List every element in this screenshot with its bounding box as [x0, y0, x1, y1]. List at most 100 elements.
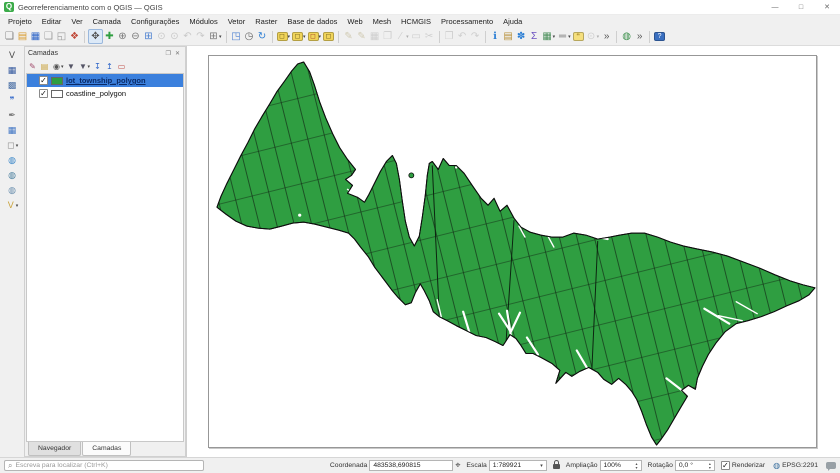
- new-print-layout-icon[interactable]: ❏ ▾: [42, 29, 55, 44]
- open-project-icon[interactable]: ▤ ▾: [16, 29, 29, 44]
- layer-visibility-checkbox[interactable]: ✓: [39, 89, 48, 98]
- vertex-tool-icon[interactable]: ⁄ ▾: [394, 29, 410, 44]
- rotation-spin-arrows[interactable]: ▴▾: [709, 462, 711, 469]
- menu-hcmgis[interactable]: HCMGIS: [396, 17, 436, 26]
- attribute-table-icon[interactable]: ▤ ▾: [502, 29, 515, 44]
- attributes-dropdown-icon[interactable]: ▦ ▾: [541, 29, 557, 44]
- close-panel-icon[interactable]: ✕: [173, 50, 182, 57]
- menu-ajuda[interactable]: Ajuda: [498, 17, 527, 26]
- filter-expression-icon[interactable]: ▼ ▾: [78, 61, 92, 73]
- pan-map-icon[interactable]: ✥ ▾: [88, 29, 103, 44]
- messages-icon[interactable]: [826, 462, 836, 469]
- scale-dropdown-icon[interactable]: ▾: [540, 463, 543, 469]
- layer-styling-icon[interactable]: ✎ ▾: [27, 61, 38, 73]
- zoom-in-icon[interactable]: ⊕ ▾: [116, 29, 129, 44]
- add-group-icon[interactable]: ▤ ▾: [39, 61, 50, 73]
- refresh-map-icon[interactable]: ↻ ▾: [256, 29, 269, 44]
- save-project-icon[interactable]: ▦ ▾: [29, 29, 42, 44]
- menu-raster[interactable]: Raster: [250, 17, 282, 26]
- plugins-overflow-icon[interactable]: » ▾: [633, 29, 646, 44]
- menu-editar[interactable]: Editar: [37, 17, 67, 26]
- pan-to-selection-icon[interactable]: ✚ ▾: [103, 29, 116, 44]
- crs-globe-icon[interactable]: ◍: [773, 461, 780, 470]
- add-wcs-layer-icon[interactable]: ◍ ▾: [6, 184, 18, 197]
- extents-toggle-icon[interactable]: ⌖: [455, 460, 460, 471]
- measure-icon[interactable]: ═ ▾: [556, 29, 572, 44]
- tab-navegador[interactable]: Navegador: [28, 442, 81, 456]
- identify-features-icon[interactable]: ℹ ▾: [489, 29, 502, 44]
- zoom-next-icon[interactable]: ↷ ▾: [194, 29, 207, 44]
- layer-item-coastline-polygon[interactable]: ✓ coastline_polygon: [27, 87, 183, 100]
- zoom-full-icon[interactable]: ⊞ ▾: [142, 29, 155, 44]
- map-tips-icon[interactable]: ❝ ▾: [572, 29, 585, 44]
- layer-item-lot-township-polygon[interactable]: ✓ lot_township_polygon: [27, 74, 183, 87]
- new-3d-map-view-icon[interactable]: ◳ ▾: [230, 29, 243, 44]
- menu-web[interactable]: Web: [342, 17, 367, 26]
- new-map-view-icon[interactable]: ⊞ ▾: [207, 29, 223, 44]
- layout-manager-icon[interactable]: ◱ ▾: [55, 29, 68, 44]
- toolbar-overflow-icon[interactable]: » ▾: [600, 29, 613, 44]
- select-features-icon[interactable]: ◻ ▾: [276, 29, 292, 44]
- new-project-icon[interactable]: ❏ ▾: [3, 29, 16, 44]
- coordinate-input[interactable]: 483538,690815: [369, 460, 453, 471]
- remove-layer-icon[interactable]: ▭ ▾: [116, 61, 127, 73]
- add-mesh-layer-icon[interactable]: ▩ ▾: [6, 79, 18, 92]
- close-button[interactable]: ✕: [814, 0, 840, 14]
- collapse-all-icon[interactable]: ↥ ▾: [104, 61, 115, 73]
- magnifier-spin-arrows[interactable]: ▴▾: [636, 462, 638, 469]
- map-frame[interactable]: [208, 55, 817, 448]
- map-themes-icon[interactable]: ◉ ▾: [51, 61, 65, 73]
- menu-mesh[interactable]: Mesh: [368, 17, 396, 26]
- add-wms-layer-icon[interactable]: ◍ ▾: [6, 154, 18, 167]
- redo-icon[interactable]: ↷ ▾: [469, 29, 482, 44]
- delete-selected-icon[interactable]: ▭ ▾: [410, 29, 423, 44]
- lock-scale-icon[interactable]: [553, 464, 560, 469]
- style-manager-icon[interactable]: ❖ ▾: [68, 29, 81, 44]
- add-vector-layer-icon[interactable]: V ▾: [6, 49, 18, 62]
- bookmarks-icon[interactable]: ⊙ ▾: [585, 29, 601, 44]
- minimize-button[interactable]: —: [762, 0, 788, 14]
- map-canvas[interactable]: [186, 46, 840, 457]
- locator-search-input[interactable]: ⌕ Escreva para localizar (Ctrl+K): [4, 460, 204, 471]
- temporal-controller-icon[interactable]: ◷ ▾: [243, 29, 256, 44]
- zoom-last-icon[interactable]: ↶ ▾: [181, 29, 194, 44]
- tab-camadas[interactable]: Camadas: [82, 442, 131, 456]
- deselect-all-icon[interactable]: ◻ ▾: [307, 29, 323, 44]
- magnifier-spinbox[interactable]: 100% ▴▾: [600, 460, 642, 471]
- add-spatialite-layer-icon[interactable]: ✒ ▾: [6, 109, 18, 122]
- undo-icon[interactable]: ↶ ▾: [456, 29, 469, 44]
- maximize-button[interactable]: □: [788, 0, 814, 14]
- zoom-out-icon[interactable]: ⊖ ▾: [129, 29, 142, 44]
- add-delimited-text-layer-icon[interactable]: ❞ ▾: [6, 94, 18, 107]
- quickmapservices-icon[interactable]: ◍ ▾: [620, 29, 633, 44]
- add-layer-menu-icon[interactable]: ◻ ▾: [5, 139, 20, 152]
- zoom-to-selection-icon[interactable]: ⊙ ▾: [155, 29, 168, 44]
- add-raster-layer-icon[interactable]: ▦ ▾: [6, 64, 18, 77]
- crs-status[interactable]: EPSG:2291: [782, 462, 818, 469]
- render-checkbox[interactable]: ✓: [721, 461, 730, 470]
- menu-base-de-dados[interactable]: Base de dados: [282, 17, 342, 26]
- add-wfs-layer-icon[interactable]: ◍ ▾: [6, 169, 18, 182]
- menu-ver[interactable]: Ver: [66, 17, 87, 26]
- float-panel-icon[interactable]: ❐: [164, 50, 173, 57]
- current-edits-icon[interactable]: ✎ ▾: [342, 29, 355, 44]
- menu-projeto[interactable]: Projeto: [3, 17, 37, 26]
- help-icon[interactable]: ? ▾: [653, 29, 666, 44]
- menu-vetor[interactable]: Vetor: [223, 17, 251, 26]
- menu-modulos[interactable]: Módulos: [184, 17, 222, 26]
- add-virtual-layer-icon[interactable]: V ▾: [5, 199, 20, 212]
- options-icon[interactable]: ✽ ▾: [515, 29, 528, 44]
- menu-processamento[interactable]: Processamento: [436, 17, 498, 26]
- filter-legend-icon[interactable]: ▼ ▾: [66, 61, 77, 73]
- paste-features-icon[interactable]: ❐ ▾: [443, 29, 456, 44]
- cut-features-icon[interactable]: ✂ ▾: [423, 29, 436, 44]
- layer-visibility-checkbox[interactable]: ✓: [39, 76, 48, 85]
- select-by-expression-icon[interactable]: ◻ ▾: [291, 29, 307, 44]
- add-postgis-layer-icon[interactable]: ▦ ▾: [6, 124, 18, 137]
- save-edits-icon[interactable]: ▦ ▾: [368, 29, 381, 44]
- statistics-icon[interactable]: Σ ▾: [528, 29, 541, 44]
- menu-camada[interactable]: Camada: [88, 17, 126, 26]
- expand-all-icon[interactable]: ↧ ▾: [92, 61, 103, 73]
- zoom-to-layer-icon[interactable]: ⊙ ▾: [168, 29, 181, 44]
- scale-combobox[interactable]: 1:789921 ▾: [489, 460, 547, 471]
